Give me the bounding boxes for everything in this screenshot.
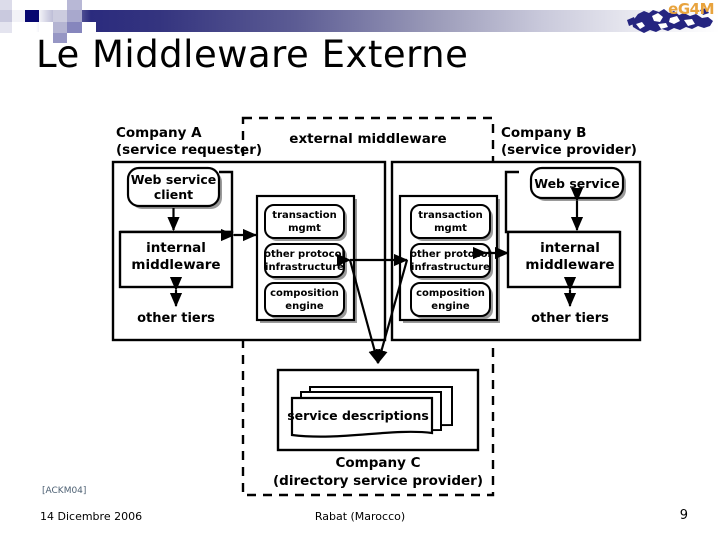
footer-location: Rabat (Marocco) (314, 510, 406, 523)
deco-square (0, 10, 12, 22)
company-b-title-line2: (service provider) (501, 142, 637, 158)
deco-square (53, 10, 67, 22)
deco-square (82, 0, 96, 10)
architecture-diagram: Web service client internal middleware o… (0, 110, 720, 500)
company-a-internal-label-line2: middleware (131, 257, 220, 273)
company-b-title-line1: Company B (501, 125, 586, 141)
left-composition-engine-line2: engine (285, 301, 324, 312)
right-composition-engine-line1: composition (416, 288, 485, 299)
gradient-bar (36, 10, 720, 32)
right-other-protocol-line2: infrastructure (411, 262, 490, 273)
deco-square (67, 10, 82, 22)
company-a-title-line2: (service requester) (116, 142, 262, 158)
left-other-protocol-line1: other protocol (264, 249, 345, 260)
right-other-protocol-line1: other protocol (410, 249, 491, 260)
deco-square (67, 22, 82, 33)
footer-page-number: 9 (679, 508, 688, 523)
company-c-title-line1: Company C (335, 455, 420, 471)
company-a-client-label-line1: Web service (131, 172, 217, 187)
deco-square (12, 10, 25, 22)
citation-reference: [ACKM04] (42, 486, 87, 496)
left-composition-engine-line1: composition (270, 288, 339, 299)
deco-square (82, 22, 96, 33)
deco-square (67, 0, 82, 10)
service-descriptions-label: service descriptions (287, 408, 429, 423)
left-transaction-mgmt-line2: mgmt (288, 223, 321, 234)
left-other-protocol-line2: infrastructure (265, 262, 344, 273)
right-transaction-mgmt-line1: transaction (418, 210, 482, 221)
company-a-internal-label-line1: internal (146, 240, 206, 256)
left-transaction-mgmt-line1: transaction (272, 210, 336, 221)
page-title: Le Middleware Externe (36, 33, 469, 76)
logo-text: eG4M (668, 0, 714, 18)
eg4m-logo: eG4M (622, 0, 718, 46)
company-b-internal-label-line2: middleware (525, 257, 614, 273)
deco-square (0, 22, 12, 33)
company-b-internal-label-line1: internal (540, 240, 600, 256)
company-b-other-tiers-label: other tiers (531, 311, 609, 326)
deco-square (39, 22, 53, 33)
slide-footer: [ACKM04] 14 Dicembre 2006 Rabat (Marocco… (0, 480, 720, 540)
deco-square (25, 10, 39, 22)
company-a-client-label-line2: client (154, 187, 193, 202)
company-a-title-line1: Company A (116, 125, 202, 141)
company-a-other-tiers-label: other tiers (137, 311, 215, 326)
deco-square (39, 0, 53, 10)
external-middleware-zone-label: external middleware (289, 131, 446, 147)
deco-square (53, 22, 67, 33)
right-transaction-mgmt-line2: mgmt (434, 223, 467, 234)
company-b-web-service-label: Web service (534, 176, 620, 191)
right-composition-engine-line2: engine (431, 301, 470, 312)
middleware-diagram-svg: Web service client internal middleware o… (111, 116, 642, 497)
deco-square (0, 0, 12, 10)
